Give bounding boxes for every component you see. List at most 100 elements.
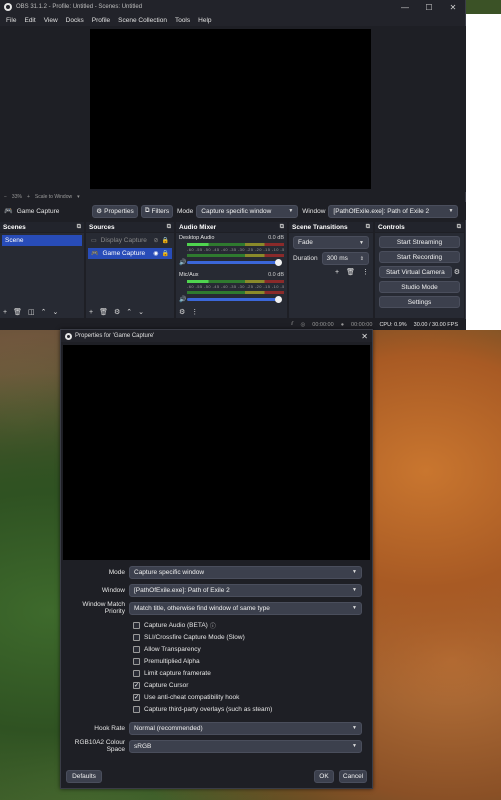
gear-icon[interactable]: ⚙ [179,308,185,316]
volume-meter [187,243,284,246]
undock-icon[interactable]: ⧉ [280,224,284,231]
checkbox-premultiplied-alpha[interactable]: Premultiplied Alpha [133,655,372,667]
minimize-button[interactable]: — [393,3,417,12]
more-icon[interactable]: ⋮ [191,308,198,316]
filters-button[interactable]: ⧉ Filters [141,204,173,218]
source-label: Game Capture [102,250,146,257]
hook-rate-select[interactable]: Normal (recommended) ▼ [129,721,362,735]
zoom-out-button[interactable]: − [4,194,7,200]
lock-icon[interactable]: 🔒 [162,250,169,257]
chevron-up-icon[interactable]: ⌃ [126,308,132,316]
colour-space-select[interactable]: sRGB ▼ [129,739,362,753]
docks-area: Scenes ⧉ Scene + 🗑 ◫ ⌃ ⌄ Sources ⧉ ▭ Displ… [0,222,466,318]
add-icon[interactable]: + [3,309,7,316]
speaker-icon[interactable]: 🔊 [179,296,187,303]
source-item-display-capture[interactable]: ▭ Display Capture ⊘ 🔒 [88,235,172,246]
zoom-level: 33% [11,193,22,200]
ok-button[interactable]: OK [314,769,334,783]
checkbox-box[interactable] [133,645,140,653]
source-item-game-capture[interactable]: 🎮 Game Capture ◉ 🔒 [88,248,172,259]
speaker-icon[interactable]: 🔊 [179,259,187,266]
menu-edit[interactable]: Edit [20,17,39,24]
checkmark-icon[interactable]: ✓ [133,693,140,701]
menu-tools[interactable]: Tools [171,17,194,24]
eye-icon[interactable]: ◉ [153,250,158,257]
close-button[interactable]: ✕ [441,3,465,12]
checkbox-box[interactable] [133,633,140,641]
maximize-button[interactable]: ☐ [417,3,441,12]
menu-view[interactable]: View [40,17,62,24]
checkbox-allow-transparency[interactable]: Allow Transparency [133,643,372,655]
window-select[interactable]: [PathOfExile.exe]: Path of Exile 2 ▼ [129,583,362,597]
volume-slider[interactable] [187,259,282,266]
mode-select[interactable]: Capture specific window ▼ [196,204,299,218]
properties-button[interactable]: ⚙ Properties [92,204,138,218]
menu-scene-collection[interactable]: Scene Collection [114,17,171,24]
chevron-down-icon[interactable]: ⌄ [138,308,144,316]
cpu-usage: CPU: 0.9% [379,321,407,328]
dialog-close-button[interactable]: ✕ [361,332,368,341]
checkbox-capture-audio[interactable]: Capture Audio (BETA) ⓘ [133,619,372,631]
undock-icon[interactable]: ⧉ [77,224,81,231]
checkmark-icon[interactable]: ✓ [133,681,140,689]
zoom-dropdown-icon[interactable]: ▾ [77,194,80,200]
volume-meter [187,254,284,257]
start-streaming-button[interactable]: Start Streaming [379,236,460,248]
menu-profile[interactable]: Profile [88,17,114,24]
menu-docks[interactable]: Docks [62,17,88,24]
checkbox-box[interactable] [133,657,140,665]
checkbox-limit-framerate[interactable]: Limit capture framerate [133,667,372,679]
program-preview[interactable] [90,29,371,189]
mode-value: Capture specific window [201,207,272,215]
eye-hidden-icon[interactable]: ⊘ [153,237,158,244]
start-recording-button[interactable]: Start Recording [379,251,460,263]
cancel-button[interactable]: Cancel [339,769,367,783]
chevron-down-icon[interactable]: ⌄ [52,308,58,316]
transition-select[interactable]: Fade ▼ [293,236,369,249]
zoom-bar: − 33% + Scale to Window ▾ [0,192,466,201]
defaults-button[interactable]: Defaults [66,769,102,783]
filter-icon[interactable]: ◫ [28,308,35,316]
trash-icon[interactable]: 🗑 [13,308,22,316]
channel-name: Mic/Aux [179,272,199,278]
checkbox-third-party-overlays[interactable]: Capture third-party overlays (such as st… [133,703,372,715]
chevron-up-icon[interactable]: ⌃ [41,308,47,316]
volume-slider[interactable] [187,296,282,303]
add-icon[interactable]: + [89,309,93,316]
trash-icon[interactable]: 🗑 [99,308,108,316]
window-select[interactable]: [PathOfExile.exe]: Path of Exile 2 ▼ [328,204,459,218]
undock-icon[interactable]: ⧉ [167,224,171,231]
studio-mode-button[interactable]: Studio Mode [379,281,460,293]
more-icon[interactable]: ⋮ [362,268,369,276]
zoom-in-button[interactable]: + [27,194,30,200]
checkbox-sli-crossfire[interactable]: SLI/Crossfire Capture Mode (Slow) [133,631,372,643]
checkbox-anti-cheat-hook[interactable]: ✓ Use anti-cheat compatibility hook [133,691,372,703]
mode-select[interactable]: Capture specific window ▼ [129,565,362,579]
undock-icon[interactable]: ⧉ [457,224,461,231]
add-icon[interactable]: + [335,269,339,276]
menu-file[interactable]: File [2,17,20,24]
trash-icon[interactable]: 🗑 [346,268,355,276]
chevron-down-icon: ▼ [352,743,357,749]
gear-icon: ⚙ [96,208,103,215]
checkbox-capture-cursor[interactable]: ✓ Capture Cursor [133,679,372,691]
filter-icon: ⧉ [144,207,150,214]
checkbox-box[interactable] [133,669,140,677]
settings-button[interactable]: Settings [379,296,460,308]
checkbox-box[interactable] [133,705,140,713]
scale-to-window-label[interactable]: Scale to Window [35,194,72,200]
transitions-title: Scene Transitions [292,223,348,231]
checkbox-box[interactable] [133,621,140,629]
window-match-priority-select[interactable]: Match title, otherwise find window of sa… [129,601,362,615]
scene-item[interactable]: Scene [2,235,82,246]
undock-icon[interactable]: ⧉ [366,224,370,231]
duration-spinbox[interactable]: 300 ms ⇕ [321,252,369,265]
checkbox-label: Use anti-cheat compatibility hook [144,693,240,701]
lock-icon[interactable]: 🔒 [162,237,169,244]
menu-help[interactable]: Help [194,17,215,24]
gear-icon[interactable]: ⚙ [114,308,120,316]
gear-icon[interactable]: ⚙ [454,268,460,276]
start-virtual-camera-button[interactable]: Start Virtual Camera [379,266,452,278]
help-icon[interactable]: ⓘ [210,621,216,630]
filters-label: Filters [151,207,170,215]
